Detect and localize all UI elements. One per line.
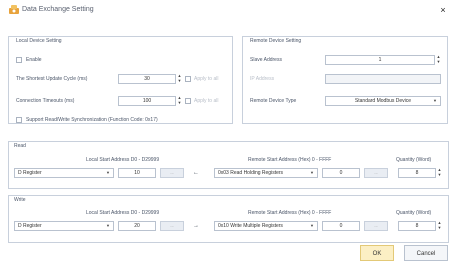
timeout-apply-all-label: Apply to all: [194, 98, 219, 104]
slave-address-spin-down[interactable]: ▼: [436, 60, 441, 64]
ip-address-input[interactable]: [325, 74, 441, 84]
chevron-down-icon: ▼: [433, 98, 437, 103]
ip-address-label: IP Address: [250, 76, 275, 82]
app-gear-icon: [9, 5, 19, 14]
write-quantity-input[interactable]: 8: [398, 221, 436, 231]
chevron-down-icon: ▼: [310, 223, 314, 228]
read-group: [8, 141, 449, 189]
sync-checkbox[interactable]: [16, 117, 22, 123]
write-register-select[interactable]: D Register ▼: [14, 221, 114, 231]
write-remote-browse-button[interactable]: ...: [364, 221, 388, 231]
read-remote-header: Remote Start Address (Hex) 0 - FFFF: [248, 157, 332, 163]
write-local-header: Local Start Address D0 - D29999: [86, 210, 160, 216]
read-local-address-input[interactable]: 10: [118, 168, 156, 178]
chevron-down-icon: ▼: [106, 170, 110, 175]
write-quantity-spin-down[interactable]: ▼: [437, 226, 442, 230]
write-group: [8, 195, 449, 243]
chevron-down-icon: ▼: [310, 170, 314, 175]
chevron-down-icon: ▼: [106, 223, 110, 228]
remote-device-type-select[interactable]: Standard Modbus Device ▼: [325, 96, 441, 106]
read-register-select[interactable]: D Register ▼: [14, 168, 114, 178]
write-local-address-input[interactable]: 20: [118, 221, 156, 231]
cycle-apply-all-checkbox[interactable]: [185, 76, 191, 82]
update-cycle-spin-down[interactable]: ▼: [177, 79, 182, 83]
enable-label: Enable: [26, 57, 42, 63]
read-group-title: Read: [14, 143, 26, 149]
read-quantity-header: Quantity (Word): [396, 157, 432, 163]
write-function-value: 0x10 Write Multiple Registers: [218, 223, 283, 229]
slave-address-input[interactable]: 1: [325, 55, 435, 65]
update-cycle-label: The Shortest Update Cycle (ms): [16, 76, 88, 82]
read-register-value: D Register: [18, 170, 42, 176]
write-remote-address-input[interactable]: 0: [322, 221, 360, 231]
close-button[interactable]: ×: [437, 4, 449, 16]
local-device-group-title: Local Device Setting: [16, 38, 62, 44]
read-local-browse-button[interactable]: ...: [160, 168, 184, 178]
timeouts-input[interactable]: 100: [118, 96, 176, 106]
read-function-select[interactable]: 0x03 Read Holding Registers ▼: [214, 168, 318, 178]
timeouts-spin-down[interactable]: ▼: [177, 101, 182, 105]
cancel-button[interactable]: Cancel: [404, 245, 448, 261]
timeouts-label: Connection Timeouts (ms): [16, 98, 75, 104]
remote-device-type-label: Remote Device Type: [250, 98, 297, 104]
read-local-header: Local Start Address D0 - D29999: [86, 157, 160, 163]
read-quantity-spin-down[interactable]: ▼: [437, 173, 442, 177]
slave-address-label: Slave Address: [250, 57, 282, 63]
write-register-value: D Register: [18, 223, 42, 229]
write-remote-header: Remote Start Address (Hex) 0 - FFFF: [248, 210, 332, 216]
read-remote-browse-button[interactable]: ...: [364, 168, 388, 178]
enable-checkbox[interactable]: [16, 57, 22, 63]
write-direction-arrow-icon: →: [193, 223, 199, 229]
update-cycle-input[interactable]: 30: [118, 74, 176, 84]
cycle-apply-all-label: Apply to all: [194, 76, 219, 82]
write-local-browse-button[interactable]: ...: [160, 221, 184, 231]
remote-device-group-title: Remote Device Setting: [250, 38, 302, 44]
write-quantity-header: Quantity (Word): [396, 210, 432, 216]
read-function-value: 0x03 Read Holding Registers: [218, 170, 284, 176]
read-direction-arrow-icon: ←: [193, 170, 199, 176]
ok-button[interactable]: OK: [360, 245, 394, 261]
read-remote-address-input[interactable]: 0: [322, 168, 360, 178]
write-function-select[interactable]: 0x10 Write Multiple Registers ▼: [214, 221, 318, 231]
remote-device-type-value: Standard Modbus Device: [354, 98, 412, 104]
sync-label: Support Read/Write Synchronization (Func…: [26, 117, 158, 123]
timeout-apply-all-checkbox[interactable]: [185, 98, 191, 104]
write-group-title: Write: [14, 197, 26, 203]
read-quantity-input[interactable]: 8: [398, 168, 436, 178]
window-title: Data Exchange Setting: [22, 6, 94, 13]
